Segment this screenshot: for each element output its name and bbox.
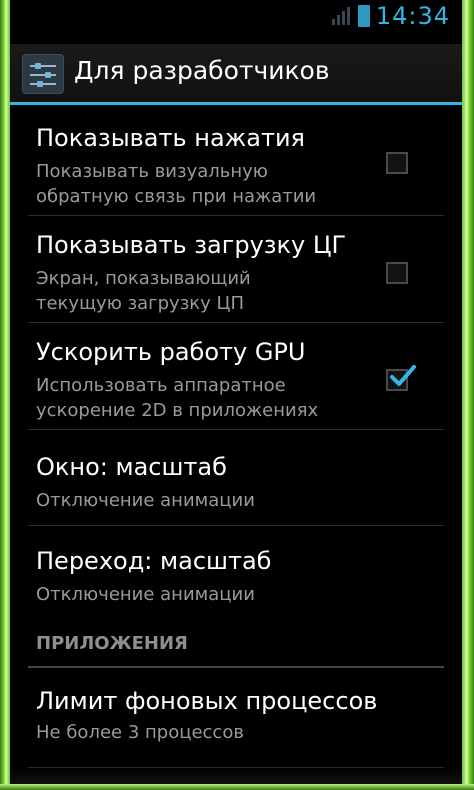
frame-glow-bottom xyxy=(0,784,474,790)
section-title: ПРИЛОЖЕНИЯ xyxy=(36,633,188,654)
setting-title: Ускорить работу GPU xyxy=(36,338,306,366)
developer-settings-icon[interactable] xyxy=(22,54,64,94)
setting-show-cpu-usage[interactable]: Показывать загрузку ЦГ Экран, показывающ… xyxy=(10,216,462,323)
setting-title: Окно: масштаб xyxy=(36,453,227,481)
frame-glow-right xyxy=(462,0,474,790)
frame-glow-left xyxy=(0,0,10,790)
settings-list: Показывать нажатия Показывать визуальную… xyxy=(10,106,462,768)
force-gpu-checkbox[interactable] xyxy=(386,365,416,391)
setting-summary: Отключение анимации xyxy=(36,490,255,511)
setting-window-animation-scale[interactable]: Окно: масштаб Отключение анимации xyxy=(10,430,462,526)
setting-summary: Отключение анимации xyxy=(36,584,255,605)
setting-force-gpu[interactable]: Ускорить работу GPU Использовать аппарат… xyxy=(10,323,462,430)
setting-summary: обратную связь при нажатии xyxy=(36,186,317,207)
section-header-apps: ПРИЛОЖЕНИЯ xyxy=(10,624,462,668)
page-title: Для разработчиков xyxy=(74,56,330,85)
setting-background-process-limit[interactable]: Лимит фоновых процессов Не более 3 проце… xyxy=(10,668,462,768)
phone-screen: 14:34 Для разработчиков Показывать нажат… xyxy=(10,0,462,784)
setting-transition-animation-scale[interactable]: Переход: масштаб Отключение анимации xyxy=(10,526,462,624)
signal-icon xyxy=(330,5,352,27)
setting-summary: ускорение 2D в приложениях xyxy=(36,400,319,421)
status-clock: 14:34 xyxy=(375,2,450,30)
action-bar: Для разработчиков xyxy=(10,44,462,102)
action-bar-divider xyxy=(10,102,462,105)
battery-icon xyxy=(357,5,370,27)
setting-title: Показывать загрузку ЦГ xyxy=(36,231,347,259)
setting-title: Лимит фоновых процессов xyxy=(36,687,378,715)
show-touches-checkbox[interactable] xyxy=(386,152,408,174)
setting-title: Переход: масштаб xyxy=(36,547,272,575)
status-bar: 14:34 xyxy=(10,0,462,38)
bottom-fade xyxy=(10,766,462,784)
setting-summary: текущую загрузку ЦП xyxy=(36,293,245,314)
setting-title: Показывать нажатия xyxy=(36,124,305,152)
setting-summary: Не более 3 процессов xyxy=(36,722,244,743)
checkmark-icon xyxy=(390,365,416,386)
show-cpu-usage-checkbox[interactable] xyxy=(386,262,408,284)
setting-show-touches[interactable]: Показывать нажатия Показывать визуальную… xyxy=(10,106,462,216)
